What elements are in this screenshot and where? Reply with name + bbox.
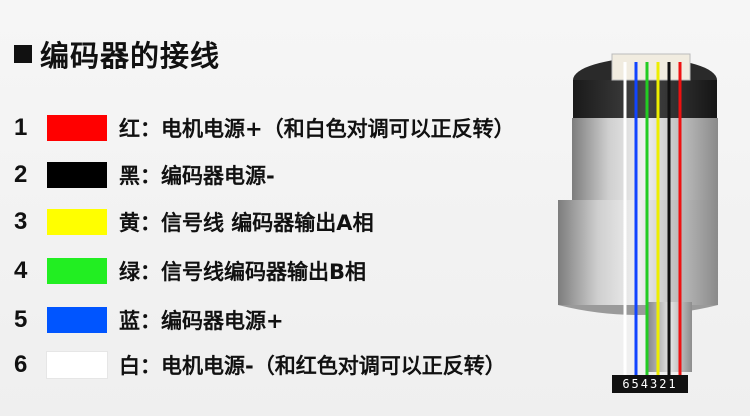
red-color-swatch	[47, 115, 107, 141]
wire-row-6: 6 白：电机电源-（和红色对调可以正反转）	[14, 347, 506, 383]
wire-label: 白：电机电源-（和红色对调可以正反转）	[119, 354, 506, 378]
page-title: 编码器的接线	[14, 34, 220, 74]
wire-label: 红：电机电源+（和白色对调可以正反转）	[119, 117, 515, 141]
wire-number: 5	[14, 306, 28, 333]
wire-label: 绿：信号线编码器输出B相	[119, 260, 367, 284]
gearbox	[558, 200, 718, 305]
wire-row-3: 3 黄：信号线 编码器输出A相	[14, 204, 374, 240]
yellow-color-swatch	[47, 209, 107, 235]
wire-label: 蓝：编码器电源+	[119, 309, 284, 333]
wire-number: 3	[14, 208, 28, 235]
square-bullet-icon	[14, 45, 32, 63]
black-color-swatch	[47, 162, 107, 188]
wire-row-2: 2 黑：编码器电源-	[14, 157, 275, 193]
wire-number: 6	[14, 351, 28, 378]
wire-row-4: 4 绿：信号线编码器输出B相	[14, 253, 366, 289]
motor-body	[572, 118, 718, 208]
wire-number: 1	[14, 114, 28, 141]
page-background: 编码器的接线 1 红：电机电源+（和白色对调可以正反转） 2 黑：编码器电源- …	[0, 0, 750, 416]
encoder-cap	[573, 80, 717, 120]
blue-color-swatch	[47, 307, 107, 333]
wire-row-5: 5 蓝：编码器电源+	[14, 302, 284, 338]
title-text: 编码器的接线	[40, 39, 221, 73]
connector-pin-label: 654321	[612, 375, 688, 393]
wire-label: 黄：信号线 编码器输出A相	[119, 211, 374, 235]
wire-row-1: 1 红：电机电源+（和白色对调可以正反转）	[14, 110, 515, 146]
encoder-motor-illustration	[558, 53, 718, 376]
wire-number: 4	[14, 257, 28, 284]
green-color-swatch	[47, 258, 107, 284]
wire-label: 黑：编码器电源-	[119, 164, 275, 188]
wire-number: 2	[14, 161, 28, 188]
white-color-swatch	[47, 352, 107, 378]
